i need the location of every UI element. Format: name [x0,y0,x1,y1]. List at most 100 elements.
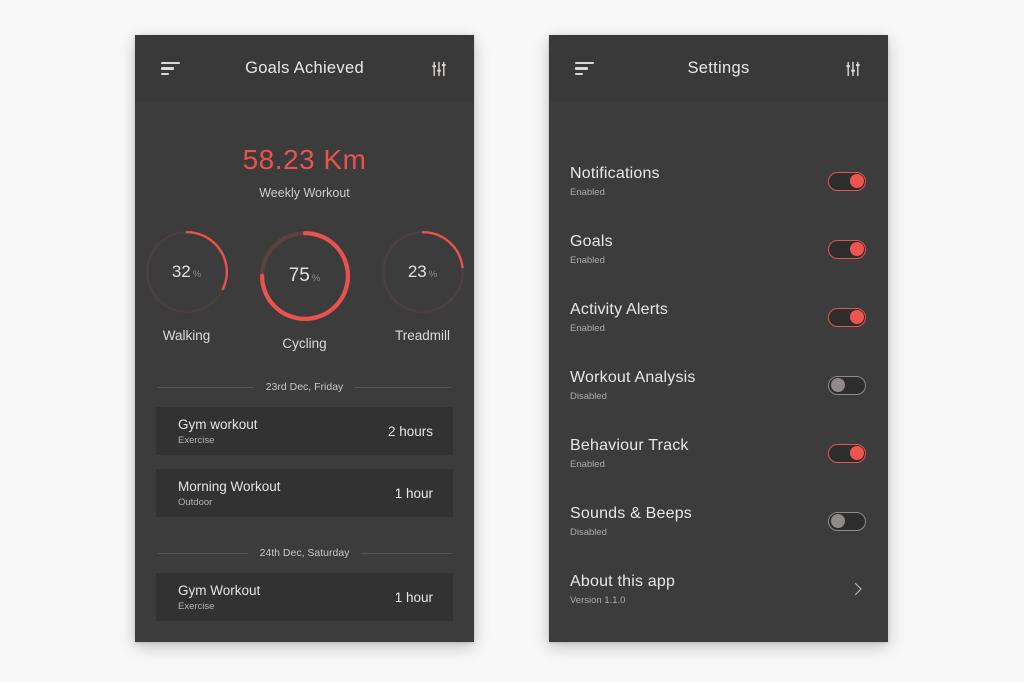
settings-row-text: Goals Enabled [570,233,613,266]
screenshot-stage: Goals Achieved 58.23 Km Weekly Workout 3… [0,0,1024,682]
ring-value: 32% [145,230,229,314]
settings-row-title: Behaviour Track [570,436,689,454]
settings-row-behaviour-track[interactable]: Behaviour Track Enabled [549,419,888,487]
percent-sign: % [311,273,321,284]
page-title: Settings [687,59,750,77]
day-label: 23rd Dec, Friday [265,381,344,393]
toggle-switch[interactable] [828,307,866,327]
goals-app-bar: Goals Achieved [135,35,474,102]
settings-row-title: Workout Analysis [570,368,696,386]
settings-row-subtitle: Disabled [570,390,607,402]
workout-days: 23rd Dec, Friday Gym workout Exercise 2 hou… [135,381,474,621]
ring-percent: 23 [407,262,427,281]
divider-rule-right [361,552,453,554]
ring-caption: Walking [162,328,211,343]
toggle-knob [849,242,864,256]
ring-value: 23% [381,230,465,314]
settings-row-subtitle: Version 1.1.0 [570,594,626,606]
workout-info: Morning Workout Outdoor [178,479,281,508]
workout-duration: 1 hour [394,485,433,501]
settings-row-title: Goals [570,232,613,250]
settings-row-title: Activity Alerts [570,300,669,318]
settings-row-subtitle: Enabled [570,322,605,334]
workout-title: Gym Workout [178,582,261,598]
settings-row-subtitle: Enabled [570,254,605,266]
toggle-switch[interactable] [828,375,866,395]
workout-title: Gym workout [178,416,258,432]
sliders-icon-glyph [432,61,446,76]
percent-sign: % [428,269,438,280]
toggle-knob [830,514,845,528]
menu-icon-glyph [574,61,594,76]
workout-info: Gym Workout Exercise [178,583,260,612]
settings-screen-panel: Settings Notifications Enabled Goals Ena… [549,35,888,642]
ring-graphic: 75% [259,230,351,322]
workout-subtitle: Outdoor [178,496,213,508]
settings-row-text: About this app Version 1.1.0 [570,573,675,606]
toggle-switch[interactable] [828,171,866,191]
sliders-icon[interactable] [426,57,452,81]
settings-row-text: Sounds & Beeps Disabled [570,505,692,538]
settings-row-text: Notifications Enabled [570,165,660,198]
settings-row-activity-alerts[interactable]: Activity Alerts Enabled [549,283,888,351]
distance-label: Weekly Workout [259,186,350,200]
workout-subtitle: Exercise [178,434,215,446]
sliders-icon[interactable] [840,57,866,81]
toggle-switch[interactable] [828,511,866,531]
toggle-knob [849,310,864,324]
settings-row-subtitle: Enabled [570,458,605,470]
progress-rings: 32% Walking 75% Cycling 23% Treadmill [135,230,474,351]
day-label: 24th Dec, Saturday [259,547,350,559]
toggle-switch[interactable] [828,443,866,463]
toggle-knob [830,378,845,392]
settings-row-text: Workout Analysis Disabled [570,369,696,402]
divider-rule-left [157,552,248,554]
workout-subtitle: Exercise [178,600,215,612]
divider-rule-right [355,386,452,388]
day-divider: 24th Dec, Saturday [157,547,453,559]
progress-ring-walking[interactable]: 32% Walking [140,230,234,343]
workout-list: Gym Workout Exercise 1 hour [156,573,453,621]
percent-sign: % [192,269,202,280]
workout-info: Gym workout Exercise [178,417,258,446]
menu-icon[interactable] [571,57,597,81]
settings-row-sounds-beeps[interactable]: Sounds & Beeps Disabled [549,487,888,555]
toggle-switch[interactable] [828,239,866,259]
workout-title: Morning Workout [178,478,281,494]
settings-row-title: Notifications [570,164,660,182]
settings-row-subtitle: Enabled [570,186,605,198]
ring-graphic: 23% [381,230,465,314]
workout-duration: 2 hours [387,423,433,439]
weekly-summary: 58.23 Km Weekly Workout [135,102,474,200]
workout-list: Gym workout Exercise 2 hours Morning Workou… [156,407,453,517]
menu-icon[interactable] [157,57,183,81]
settings-list: Notifications Enabled Goals Enabled Activity… [549,102,888,623]
settings-row-about-this-app[interactable]: About this app Version 1.1.0 [549,555,888,623]
settings-row-notifications[interactable]: Notifications Enabled [549,147,888,215]
settings-row-title: Sounds & Beeps [570,504,692,522]
workout-day-group: 23rd Dec, Friday Gym workout Exercise 2 hou… [135,381,474,517]
settings-row-workout-analysis[interactable]: Workout Analysis Disabled [549,351,888,419]
settings-row-title: About this app [570,572,676,590]
workout-day-group: 24th Dec, Saturday Gym Workout Exercise 1 h… [135,547,474,621]
progress-ring-treadmill[interactable]: 23% Treadmill [376,230,470,343]
page-title: Goals Achieved [245,59,364,77]
workout-row[interactable]: Morning Workout Outdoor 1 hour [156,469,453,517]
ring-caption: Cycling [282,336,327,351]
menu-icon-glyph [160,61,180,76]
ring-graphic: 32% [145,230,229,314]
settings-row-text: Behaviour Track Enabled [570,437,689,470]
workout-row[interactable]: Gym workout Exercise 2 hours [156,407,453,455]
distance-value: 58.23 Km [242,144,367,175]
workout-duration: 1 hour [394,589,433,605]
sliders-icon-glyph [846,61,860,76]
chevron-right-icon[interactable] [850,581,866,597]
settings-app-bar: Settings [549,35,888,102]
goals-screen-panel: Goals Achieved 58.23 Km Weekly Workout 3… [135,35,474,642]
settings-row-goals[interactable]: Goals Enabled [549,215,888,283]
workout-row[interactable]: Gym Workout Exercise 1 hour [156,573,453,621]
divider-rule-left [157,386,254,388]
ring-percent: 75 [288,265,310,286]
settings-row-text: Activity Alerts Enabled [570,301,668,334]
progress-ring-cycling[interactable]: 75% Cycling [258,230,352,351]
